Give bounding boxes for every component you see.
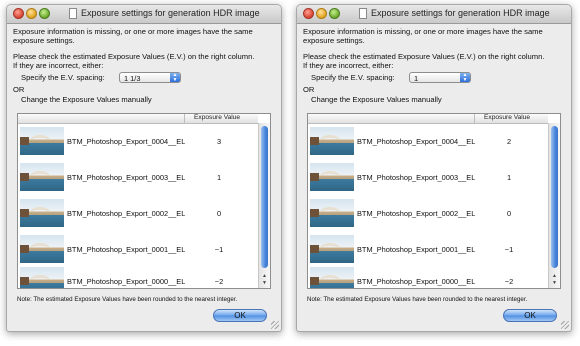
exposure-value-column-header[interactable]: Exposure Value: [194, 114, 240, 121]
or-label: OR: [13, 85, 25, 94]
hdr-exposure-dialog-left: Exposure settings for generation HDR ima…: [6, 4, 282, 332]
image-thumbnail: [310, 235, 354, 263]
rounding-note: Note: The estimated Exposure Values have…: [17, 296, 238, 303]
ev-spacing-value: 1 1/3: [124, 74, 141, 83]
minimize-window-icon[interactable]: [316, 8, 327, 19]
zoom-window-icon[interactable]: [329, 8, 340, 19]
table-row[interactable]: BTM_Photoshop_Export_0003__ELI4 1: [18, 160, 258, 194]
table-header: Exposure Value: [18, 114, 258, 124]
scrollbar-thumb[interactable]: [551, 126, 558, 268]
image-thumbnail: [20, 127, 64, 155]
exposure-value-column-header[interactable]: Exposure Value: [484, 114, 530, 121]
scroll-up-arrow-icon[interactable]: ▲: [550, 273, 559, 279]
close-window-icon[interactable]: [303, 8, 314, 19]
exposure-value-cell[interactable]: −1: [474, 245, 544, 254]
file-name: BTM_Photoshop_Export_0004__ELI4: [67, 137, 185, 146]
column-divider: [184, 114, 185, 123]
ev-spacing-select[interactable]: 1 1/3 ▲ ▼: [119, 72, 181, 83]
image-thumbnail: [20, 199, 64, 227]
rounding-note: Note: The estimated Exposure Values have…: [307, 296, 528, 303]
ev-spacing-select[interactable]: 1 ▲ ▼: [409, 72, 471, 83]
close-window-icon[interactable]: [13, 8, 24, 19]
instruction-text: Please check the estimated Exposure Valu…: [13, 52, 255, 61]
scroll-down-arrow-icon[interactable]: ▼: [260, 280, 269, 286]
hdr-exposure-dialog-right: Exposure settings for generation HDR ima…: [296, 4, 572, 332]
image-thumbnail: [310, 199, 354, 227]
document-icon: [69, 8, 77, 19]
table-header: Exposure Value: [308, 114, 548, 124]
table-row[interactable]: BTM_Photoshop_Export_0002__ELI4 0: [18, 196, 258, 230]
file-name: BTM_Photoshop_Export_0002__ELI4: [67, 209, 185, 218]
scrollbar-thumb[interactable]: [261, 126, 268, 268]
instruction-text: Please check the estimated Exposure Valu…: [303, 52, 545, 61]
table-row[interactable]: BTM_Photoshop_Export_0002__ELI4 0: [308, 196, 548, 230]
updown-arrows-icon: ▲ ▼: [460, 73, 470, 82]
image-thumbnail: [20, 267, 64, 288]
file-name: BTM_Photoshop_Export_0000__ELI4: [357, 277, 475, 286]
file-name: BTM_Photoshop_Export_0002__ELI4: [357, 209, 475, 218]
file-name: BTM_Photoshop_Export_0003__ELI4: [67, 173, 185, 182]
window-title: Exposure settings for generation HDR ima…: [371, 8, 550, 18]
table-row[interactable]: BTM_Photoshop_Export_0000__ELI4 −2: [308, 264, 548, 288]
file-name: BTM_Photoshop_Export_0004__ELI4: [357, 137, 475, 146]
file-name: BTM_Photoshop_Export_0003__ELI4: [357, 173, 475, 182]
resize-grip-icon[interactable]: [561, 321, 569, 329]
exposure-value-cell[interactable]: 0: [184, 209, 254, 218]
zoom-window-icon[interactable]: [39, 8, 50, 19]
exposure-value-cell[interactable]: 1: [184, 173, 254, 182]
missing-info-message-cont: exposure settings.: [303, 36, 365, 45]
exposure-value-cell[interactable]: −2: [474, 277, 544, 286]
table-row[interactable]: BTM_Photoshop_Export_0003__ELI4 1: [308, 160, 548, 194]
table-row[interactable]: BTM_Photoshop_Export_0004__ELI4 3: [18, 124, 258, 158]
image-thumbnail: [20, 235, 64, 263]
instruction-text-cont: If they are incorrect, either:: [303, 61, 394, 70]
or-label: OR: [303, 85, 315, 94]
image-thumbnail: [310, 127, 354, 155]
exposure-value-cell[interactable]: 0: [474, 209, 544, 218]
window-title: Exposure settings for generation HDR ima…: [81, 8, 260, 18]
missing-info-message-cont: exposure settings.: [13, 36, 75, 45]
title-bar[interactable]: Exposure settings for generation HDR ima…: [7, 5, 281, 24]
ok-button[interactable]: OK: [213, 309, 267, 322]
table-row[interactable]: BTM_Photoshop_Export_0000__ELI4 −2: [18, 264, 258, 288]
manual-change-label: Change the Exposure Values manually: [21, 95, 152, 104]
updown-arrows-icon: ▲ ▼: [170, 73, 180, 82]
ev-spacing-label: Specify the E.V. spacing:: [21, 73, 105, 82]
instruction-text-cont: If they are incorrect, either:: [13, 61, 104, 70]
image-thumbnail: [310, 267, 354, 288]
ev-spacing-value: 1: [414, 74, 419, 83]
table-row[interactable]: BTM_Photoshop_Export_0004__ELI4 2: [308, 124, 548, 158]
scroll-up-arrow-icon[interactable]: ▲: [260, 273, 269, 279]
vertical-scrollbar[interactable]: ▲ ▼: [548, 123, 560, 288]
image-thumbnail: [20, 163, 64, 191]
manual-change-label: Change the Exposure Values manually: [311, 95, 442, 104]
exposure-table[interactable]: Exposure Value BTM_Photoshop_Export_0004…: [307, 113, 561, 289]
table-row[interactable]: BTM_Photoshop_Export_0001__ELI4 −1: [308, 232, 548, 266]
column-divider: [474, 114, 475, 123]
exposure-value-cell[interactable]: 1: [474, 173, 544, 182]
missing-info-message: Exposure information is missing, or one …: [303, 27, 543, 36]
title-bar[interactable]: Exposure settings for generation HDR ima…: [297, 5, 571, 24]
ok-button[interactable]: OK: [503, 309, 557, 322]
vertical-scrollbar[interactable]: ▲ ▼: [258, 123, 270, 288]
document-icon: [359, 8, 367, 19]
file-name: BTM_Photoshop_Export_0001__ELI4: [67, 245, 185, 254]
missing-info-message: Exposure information is missing, or one …: [13, 27, 253, 36]
file-name: BTM_Photoshop_Export_0000__ELI4: [67, 277, 185, 286]
ev-spacing-label: Specify the E.V. spacing:: [311, 73, 395, 82]
resize-grip-icon[interactable]: [271, 321, 279, 329]
exposure-value-cell[interactable]: 3: [184, 137, 254, 146]
file-name: BTM_Photoshop_Export_0001__ELI4: [357, 245, 475, 254]
exposure-table[interactable]: Exposure Value BTM_Photoshop_Export_0004…: [17, 113, 271, 289]
exposure-value-cell[interactable]: 2: [474, 137, 544, 146]
exposure-value-cell[interactable]: −2: [184, 277, 254, 286]
minimize-window-icon[interactable]: [26, 8, 37, 19]
image-thumbnail: [310, 163, 354, 191]
table-row[interactable]: BTM_Photoshop_Export_0001__ELI4 −1: [18, 232, 258, 266]
scroll-down-arrow-icon[interactable]: ▼: [550, 280, 559, 286]
exposure-value-cell[interactable]: −1: [184, 245, 254, 254]
